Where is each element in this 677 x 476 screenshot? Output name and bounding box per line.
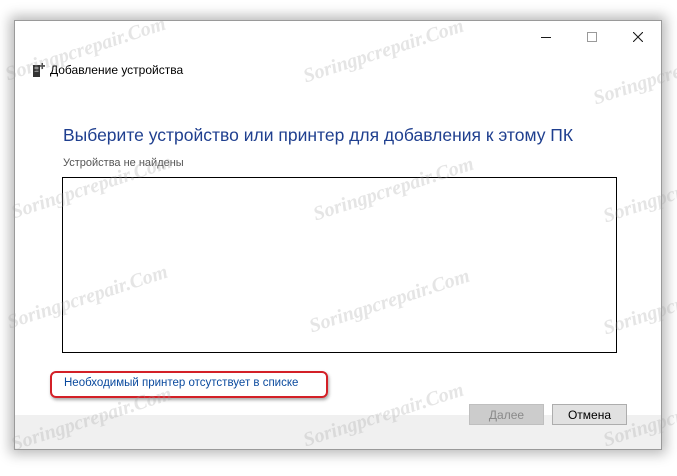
missing-printer-link[interactable]: Необходимый принтер отсутствует в списке [64, 377, 298, 389]
title-bar[interactable] [15, 21, 661, 53]
page-title: Выберите устройство или принтер для доба… [63, 125, 574, 145]
next-button[interactable]: Далее [469, 404, 544, 425]
add-device-window: Добавление устройства Выберите устройств… [14, 20, 662, 450]
device-list[interactable] [62, 177, 617, 353]
window-title: Добавление устройства [50, 63, 184, 77]
maximize-icon [587, 32, 597, 42]
printer-device-icon [33, 63, 45, 77]
screenshot-stage: Добавление устройства Выберите устройств… [0, 0, 677, 476]
cancel-button[interactable]: Отмена [552, 404, 627, 425]
maximize-button[interactable] [569, 21, 615, 53]
status-text: Устройства не найдены [63, 157, 184, 169]
window-caption: Добавление устройства [32, 61, 183, 79]
minimize-button[interactable] [523, 21, 569, 53]
close-icon [633, 32, 643, 42]
minimize-icon [541, 37, 551, 38]
close-button[interactable] [615, 21, 661, 53]
